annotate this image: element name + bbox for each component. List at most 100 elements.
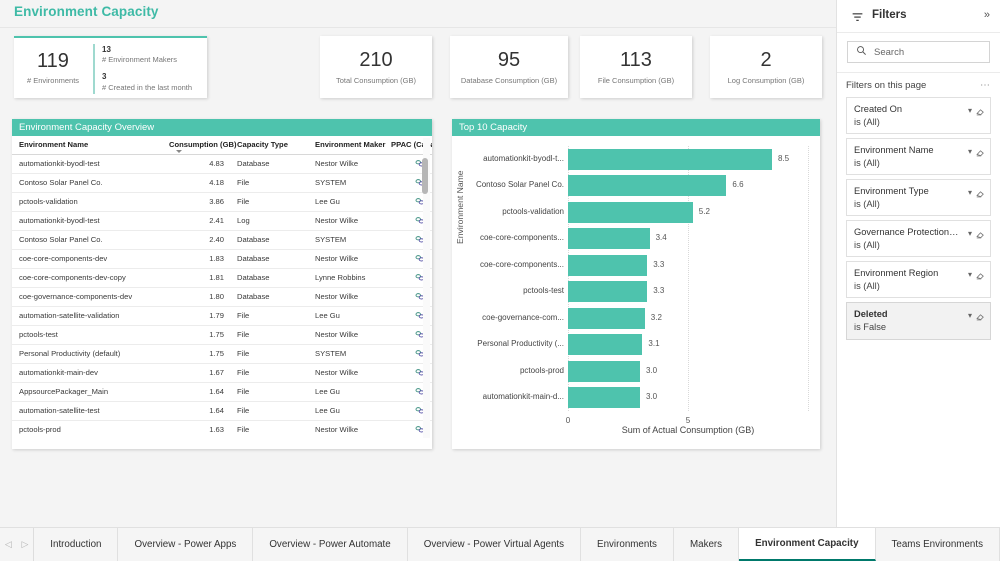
- table-row[interactable]: pctools-prod 1.63 File Nestor Wilke: [12, 420, 432, 439]
- filters-search-box[interactable]: Search: [847, 41, 990, 63]
- page-tab[interactable]: Environments: [581, 528, 674, 561]
- chart-bar[interactable]: [568, 307, 645, 329]
- filter-card[interactable]: Governance Protection… is (All) ▾: [846, 220, 991, 258]
- table-row[interactable]: pctools-test 1.75 File Nestor Wilke: [12, 325, 432, 345]
- chart-bar[interactable]: [568, 148, 772, 170]
- cell-consumption: 1.83: [162, 249, 230, 269]
- chart-bar-row[interactable]: automationkit-byodl-t... 8.5: [483, 148, 808, 170]
- eraser-icon[interactable]: [975, 104, 986, 122]
- page-tab[interactable]: Overview - Power Virtual Agents: [408, 528, 582, 561]
- cell-capacity-type: File: [230, 325, 308, 345]
- top-10-capacity-chart-visual[interactable]: Top 10 Capacity Environment Name automat…: [452, 119, 820, 449]
- table-row[interactable]: coe-core-components-dev-copy 1.81 Database…: [12, 268, 432, 288]
- kpi-card-file-consumption[interactable]: 113 File Consumption (GB): [580, 36, 692, 98]
- next-page-icon[interactable]: ▷: [22, 539, 29, 550]
- kpi-card-database-consumption[interactable]: 95 Database Consumption (GB): [450, 36, 568, 98]
- table-header-row: Environment Name Consumption (GB) Capaci…: [12, 136, 432, 155]
- chart-bar-row[interactable]: coe-governance-com... 3.2: [482, 307, 808, 329]
- table-row[interactable]: coe-core-components-dev 1.83 Database Nesto…: [12, 249, 432, 269]
- page-tab[interactable]: Overview - Power Apps: [118, 528, 254, 561]
- cell-environment-name: coe-core-components-dev-copy: [12, 268, 162, 288]
- x-axis-tick: 0: [565, 416, 571, 425]
- table-row[interactable]: automationkit-byodl-test 4.83 Database Nest…: [12, 154, 432, 174]
- table-row[interactable]: coe-governance-components-dev 1.80 Databas…: [12, 287, 432, 307]
- table-row[interactable]: automation-satellite-test 1.64 File Lee Gu: [12, 401, 432, 421]
- table-row[interactable]: Contoso Solar Panel Co. 4.18 File SYSTEM: [12, 173, 432, 193]
- eraser-icon[interactable]: [975, 268, 986, 286]
- chart-bar-row[interactable]: Contoso Solar Panel Co. 6.6: [476, 175, 808, 197]
- chart-bar-row[interactable]: pctools-prod 3.0: [520, 360, 808, 382]
- prev-page-icon[interactable]: ◁: [5, 539, 12, 550]
- chart-data-label: 8.5: [778, 153, 790, 163]
- table-row[interactable]: Contoso Solar Panel Co. 2.40 Database SYSTE…: [12, 230, 432, 250]
- chart-category-label: pctools-prod: [519, 365, 564, 375]
- page-tab[interactable]: Environment Capacity: [739, 528, 876, 561]
- chevron-down-icon[interactable]: ▾: [968, 229, 972, 238]
- filter-card[interactable]: Environment Region is (All) ▾: [846, 261, 991, 299]
- chevron-down-icon[interactable]: ▾: [968, 147, 972, 156]
- chart-bar[interactable]: [568, 360, 640, 382]
- created-last-month-value: 3: [102, 72, 107, 82]
- chart-bar[interactable]: [568, 175, 727, 197]
- cell-environment-maker: Lee Gu: [308, 382, 391, 402]
- page-tab[interactable]: Introduction: [34, 528, 119, 561]
- table-row[interactable]: automationkit-main-dev 1.67 File Nestor Wil…: [12, 363, 432, 383]
- chart-bar[interactable]: [568, 334, 643, 356]
- more-options-icon[interactable]: ⋯: [980, 80, 991, 91]
- chart-bar-row[interactable]: coe-core-components... 3.3: [480, 254, 808, 276]
- table-row[interactable]: Personal Productivity (default) 1.75 File S…: [12, 344, 432, 364]
- chart-bar-row[interactable]: Personal Productivity (... 3.1: [477, 334, 808, 356]
- table-row[interactable]: AppsourcePackager_Main 1.64 File Lee Gu: [12, 382, 432, 402]
- cell-environment-maker: Lee Gu: [308, 192, 391, 212]
- kpi-label: Log Consumption (GB): [727, 75, 805, 85]
- cell-environment-maker: SYSTEM: [308, 230, 391, 250]
- kpi-card-total-consumption[interactable]: 210 Total Consumption (GB): [320, 36, 432, 98]
- chart-bar[interactable]: [568, 228, 650, 250]
- chart-category-label: Personal Productivity (...: [477, 339, 564, 349]
- table-row[interactable]: automationkit-byodl-test 2.41 Log Nestor Wi…: [12, 211, 432, 231]
- filter-card[interactable]: Environment Name is (All) ▾: [846, 138, 991, 176]
- environment-capacity-table-visual[interactable]: Environment Capacity Overview Environmen…: [12, 119, 432, 449]
- filter-card[interactable]: Created On is (All) ▾: [846, 97, 991, 135]
- chevron-down-icon[interactable]: ▾: [968, 270, 972, 279]
- chevron-down-icon[interactable]: ▾: [968, 188, 972, 197]
- column-header-capacity-type[interactable]: Capacity Type: [230, 136, 308, 155]
- filter-field-name: Environment Type: [854, 186, 929, 197]
- filter-card[interactable]: Deleted is False ▾: [846, 302, 991, 340]
- column-header-environment-maker[interactable]: Environment Maker: [308, 136, 391, 155]
- filter-card[interactable]: Environment Type is (All) ▾: [846, 179, 991, 217]
- page-tab[interactable]: Overview - Power Automate: [253, 528, 408, 561]
- chart-body: Environment Name automationkit-byodl-t..…: [452, 136, 820, 449]
- table-row[interactable]: pctools-validation 3.86 File Lee Gu: [12, 192, 432, 212]
- eraser-icon[interactable]: [975, 227, 986, 245]
- chart-bar-row[interactable]: pctools-validation 5.2: [502, 201, 808, 223]
- environment-makers-kpi: 13 # Environment Makers: [102, 45, 192, 65]
- column-header-environment-name[interactable]: Environment Name: [12, 136, 162, 155]
- eraser-icon[interactable]: [975, 145, 986, 163]
- table-row[interactable]: automation-satellite-validation 1.79 File L…: [12, 306, 432, 326]
- table-scrollbar-thumb[interactable]: [421, 158, 428, 194]
- table-body: automationkit-byodl-test 4.83 Database Nest…: [12, 154, 432, 439]
- table-scrollbar-track[interactable]: [421, 138, 430, 438]
- page-tab[interactable]: Teams Environments: [876, 528, 1000, 561]
- chart-bar-row[interactable]: coe-core-components... 3.4: [480, 228, 808, 250]
- eraser-icon[interactable]: [975, 186, 986, 204]
- chart-bar-row[interactable]: automationkit-main-d... 3.0: [483, 387, 808, 409]
- chart-bar[interactable]: [568, 281, 648, 303]
- chart-bar[interactable]: [568, 387, 640, 409]
- kpi-card-log-consumption[interactable]: 2 Log Consumption (GB): [710, 36, 822, 98]
- page-tab[interactable]: Makers: [674, 528, 740, 561]
- table-scroll-region[interactable]: Environment Name Consumption (GB) Capaci…: [12, 136, 432, 439]
- environments-multi-card[interactable]: 119 # Environments 13 # Environment Make…: [14, 36, 207, 98]
- cell-consumption: 1.75: [162, 325, 230, 345]
- column-header-consumption[interactable]: Consumption (GB): [162, 136, 237, 155]
- chart-bar-row[interactable]: pctools-test 3.3: [523, 281, 808, 303]
- chevron-down-icon[interactable]: ▾: [968, 311, 972, 320]
- eraser-icon[interactable]: [975, 309, 986, 327]
- chevron-down-icon[interactable]: ▾: [968, 106, 972, 115]
- chart-bar[interactable]: [568, 201, 693, 223]
- cell-capacity-type: Database: [230, 249, 308, 269]
- chart-bar[interactable]: [568, 254, 648, 276]
- expand-chevron-icon[interactable]: »: [984, 9, 990, 21]
- chart-plot-area[interactable]: automationkit-byodl-t... 8.5 Contoso Solar…: [476, 146, 809, 425]
